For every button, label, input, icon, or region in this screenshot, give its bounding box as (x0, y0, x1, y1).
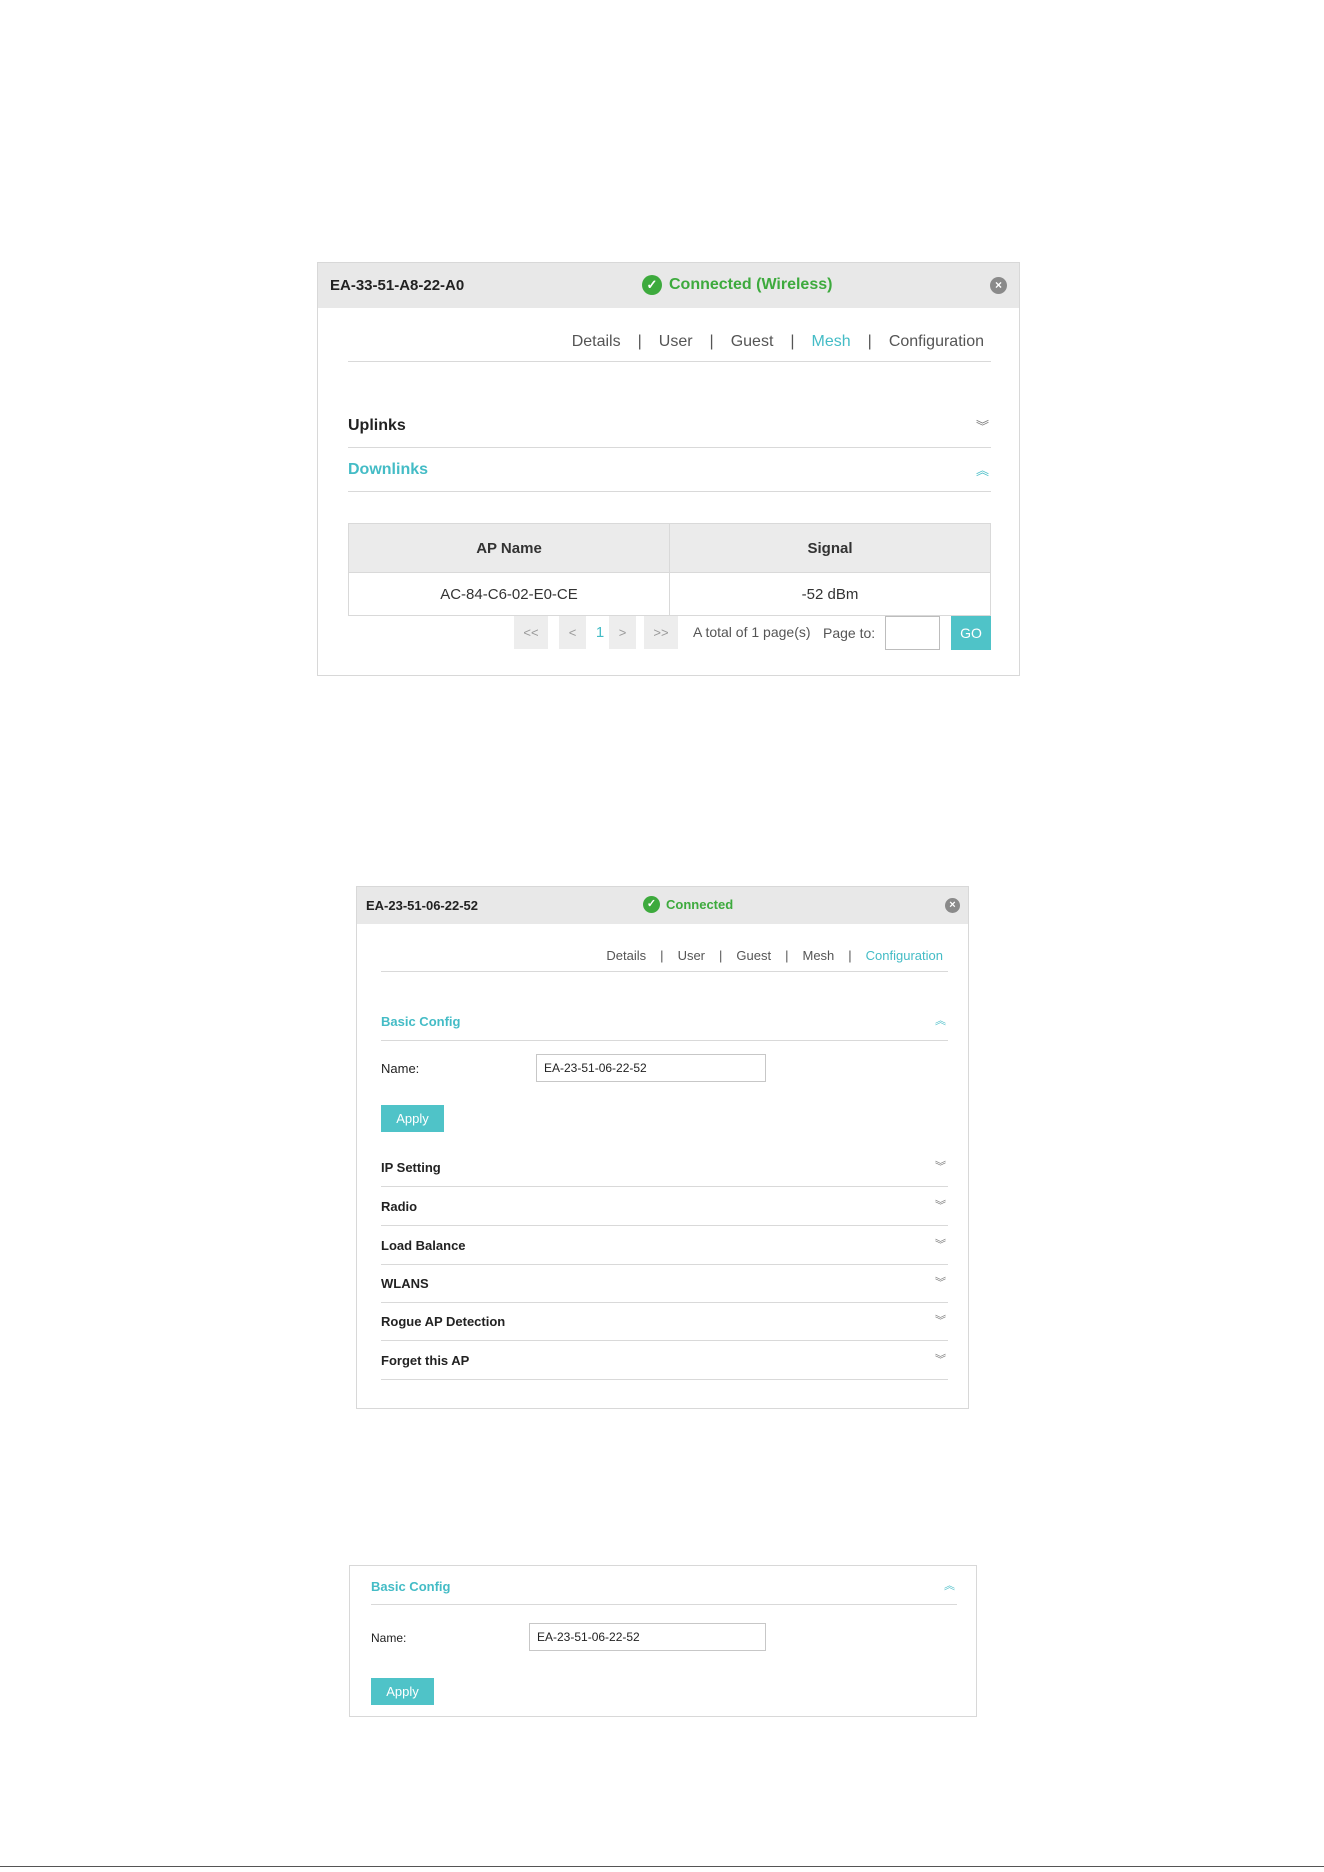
table-header-row: AP Name Signal (348, 523, 991, 573)
section-ip-setting[interactable]: IP Setting ︾ (381, 1149, 948, 1187)
name-input[interactable] (529, 1623, 766, 1651)
section-wlans-label: WLANS (381, 1276, 429, 1291)
tab-mesh[interactable]: Mesh (812, 333, 851, 351)
tab-mesh[interactable]: Mesh (802, 948, 834, 963)
tab-separator: | (785, 947, 789, 963)
close-icon[interactable]: × (945, 898, 960, 913)
section-forget-this-ap-label: Forget this AP (381, 1353, 470, 1368)
section-rogue-ap-detection-label: Rogue AP Detection (381, 1314, 506, 1329)
double-chevron-down-icon[interactable]: ︾ (935, 1162, 946, 1173)
tab-bar: Details | User | Guest | Mesh | Configur… (348, 323, 991, 362)
section-load-balance-label: Load Balance (381, 1238, 466, 1253)
tab-separator: | (790, 333, 795, 350)
page-to-label: Page to: (823, 625, 876, 641)
tab-bar: Details | User | Guest | Mesh | Configur… (381, 939, 948, 972)
ap-mac-title: EA-23-51-06-22-52 (366, 898, 479, 913)
double-chevron-up-icon[interactable]: ︽ (976, 464, 989, 477)
tab-separator: | (719, 947, 723, 963)
prev-page-button[interactable]: < (559, 616, 586, 649)
name-label: Name: (381, 1061, 420, 1076)
panel-header: EA-23-51-06-22-52 ✓ Connected × (357, 887, 968, 924)
close-icon[interactable]: × (990, 277, 1007, 294)
double-chevron-down-icon[interactable]: ︾ (935, 1201, 946, 1212)
tab-guest[interactable]: Guest (731, 333, 774, 351)
ap-detail-panel-mesh: EA-33-51-A8-22-A0 ✓ Connected (Wireless)… (317, 262, 1020, 676)
section-uplinks-label: Uplinks (348, 417, 406, 434)
name-label: Name: (371, 1631, 407, 1645)
next-page-button[interactable]: > (609, 616, 636, 649)
section-rogue-ap-detection[interactable]: Rogue AP Detection ︾ (381, 1303, 948, 1341)
first-page-button[interactable]: << (514, 616, 548, 649)
tab-separator: | (709, 333, 714, 350)
section-load-balance[interactable]: Load Balance ︾ (381, 1227, 948, 1265)
cell-ap-name: AC-84-C6-02-E0-CE (348, 572, 670, 616)
panel-header: EA-33-51-A8-22-A0 ✓ Connected (Wireless)… (318, 263, 1019, 308)
check-circle-icon: ✓ (643, 896, 660, 913)
double-chevron-down-icon[interactable]: ︾ (935, 1278, 946, 1289)
ap-mac-title: EA-33-51-A8-22-A0 (330, 277, 465, 294)
table-row: AC-84-C6-02-E0-CE -52 dBm (348, 572, 991, 616)
section-basic-config-label: Basic Config (371, 1578, 451, 1594)
name-input[interactable] (536, 1054, 766, 1082)
section-radio[interactable]: Radio ︾ (381, 1188, 948, 1226)
section-basic-config[interactable]: Basic Config ︽ (381, 1002, 948, 1041)
section-forget-this-ap[interactable]: Forget this AP ︾ (381, 1342, 948, 1380)
double-chevron-down-icon[interactable]: ︾ (935, 1240, 946, 1251)
check-circle-icon: ✓ (642, 275, 662, 295)
double-chevron-down-icon[interactable]: ︾ (976, 420, 989, 433)
cell-signal: -52 dBm (669, 572, 991, 616)
tab-configuration[interactable]: Configuration (889, 333, 984, 351)
tab-user[interactable]: User (659, 333, 693, 351)
tab-separator: | (867, 333, 872, 350)
section-ip-setting-label: IP Setting (381, 1160, 441, 1175)
section-uplinks[interactable]: Uplinks ︾ (348, 405, 991, 448)
tab-separator: | (637, 333, 642, 350)
basic-config-panel: Basic Config ︽ Name: Apply (349, 1565, 977, 1717)
section-basic-config[interactable]: Basic Config ︽ (371, 1568, 957, 1605)
section-downlinks[interactable]: Downlinks ︽ (348, 449, 991, 492)
column-header-ap-name[interactable]: AP Name (348, 523, 670, 573)
double-chevron-up-icon[interactable]: ︽ (944, 1580, 955, 1592)
page-total-text: A total of 1 page(s) (693, 624, 811, 640)
tab-configuration[interactable]: Configuration (866, 948, 943, 963)
connection-status: ✓ Connected (643, 896, 733, 913)
apply-button[interactable]: Apply (371, 1678, 434, 1705)
section-basic-config-label: Basic Config (381, 1013, 461, 1029)
connection-status-text: Connected (666, 897, 734, 912)
tab-details[interactable]: Details (606, 948, 646, 963)
section-radio-label: Radio (381, 1199, 418, 1214)
ap-detail-panel-configuration: EA-23-51-06-22-52 ✓ Connected × Details … (356, 886, 969, 1409)
double-chevron-down-icon[interactable]: ︾ (935, 1355, 946, 1366)
tab-user[interactable]: User (678, 948, 705, 963)
tab-guest[interactable]: Guest (736, 948, 771, 963)
section-downlinks-label: Downlinks (348, 461, 429, 478)
double-chevron-down-icon[interactable]: ︾ (935, 1316, 946, 1327)
last-page-button[interactable]: >> (644, 616, 678, 649)
section-wlans[interactable]: WLANS ︾ (381, 1265, 948, 1303)
tab-details[interactable]: Details (572, 333, 621, 351)
double-chevron-up-icon[interactable]: ︽ (935, 1015, 946, 1027)
apply-button[interactable]: Apply (381, 1105, 444, 1132)
tab-separator: | (848, 947, 852, 963)
go-button[interactable]: GO (951, 616, 991, 650)
current-page[interactable]: 1 (590, 624, 610, 641)
tab-separator: | (660, 947, 664, 963)
downlinks-table: AP Name Signal AC-84-C6-02-E0-CE -52 dBm (348, 523, 991, 616)
column-header-signal[interactable]: Signal (669, 523, 991, 573)
page-footer-rule (0, 1866, 1324, 1867)
connection-status: ✓ Connected (Wireless) (642, 275, 832, 295)
page-to-input[interactable] (885, 616, 940, 650)
connection-status-text: Connected (Wireless) (669, 276, 833, 293)
